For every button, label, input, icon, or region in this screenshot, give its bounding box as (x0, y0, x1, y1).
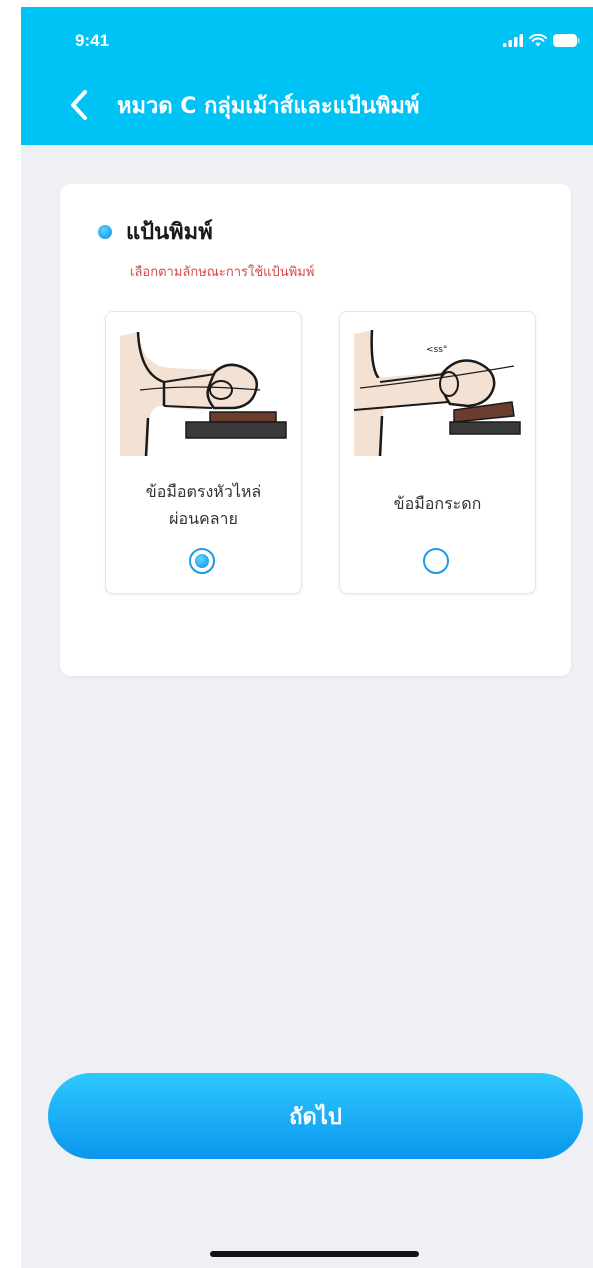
option-label: ข้อมือตรงหัวไหล่ ผ่อนคลาย (116, 478, 291, 532)
chevron-left-icon (71, 90, 87, 120)
option-label-line: ข้อมือกระดก (393, 494, 482, 513)
page-title: หมวด C กลุ่มเม้าส์และแป้นพิมพ์ (117, 94, 420, 119)
next-button[interactable]: ถัดไป (48, 1073, 583, 1159)
option-label: ข้อมือกระดก (350, 490, 525, 517)
battery-icon (553, 34, 580, 47)
bent-wrist-illustration: <ss° (354, 329, 521, 456)
option-bent-wrist[interactable]: <ss° ข้อมือกระดก (339, 311, 536, 594)
app-screen: 9:41 หมวด C กลุ่มเม้าส์และแป้นพิมพ์ แป้น… (21, 7, 593, 1268)
option-relaxed-wrist[interactable]: ข้อมือตรงหัวไหล่ ผ่อนคลาย (105, 311, 302, 594)
question-card: แป้นพิมพ์ เลือกตามลักษณะการใช้แป้นพิมพ์ (60, 184, 571, 676)
strain-annotation: <ss° (426, 345, 447, 355)
status-time: 9:41 (75, 31, 110, 50)
option-label-line: ข้อมือตรงหัวไหล่ (145, 482, 262, 501)
status-icons (503, 34, 580, 47)
header-bar: 9:41 หมวด C กลุ่มเม้าส์และแป้นพิมพ์ (21, 7, 593, 145)
section-bullet-icon (98, 225, 112, 239)
signal-icon (503, 34, 523, 47)
radio-selected-dot (195, 554, 209, 568)
radio-relaxed-wrist[interactable] (189, 548, 215, 574)
option-label-line: ผ่อนคลาย (169, 509, 238, 528)
relaxed-wrist-illustration (120, 331, 287, 456)
back-button[interactable] (65, 87, 93, 123)
wifi-icon (529, 34, 547, 47)
section-subtitle: เลือกตามลักษณะการใช้แป้นพิมพ์ (130, 265, 315, 280)
section-title: แป้นพิมพ์ (126, 220, 213, 245)
home-indicator (210, 1251, 419, 1257)
radio-bent-wrist[interactable] (423, 548, 449, 574)
